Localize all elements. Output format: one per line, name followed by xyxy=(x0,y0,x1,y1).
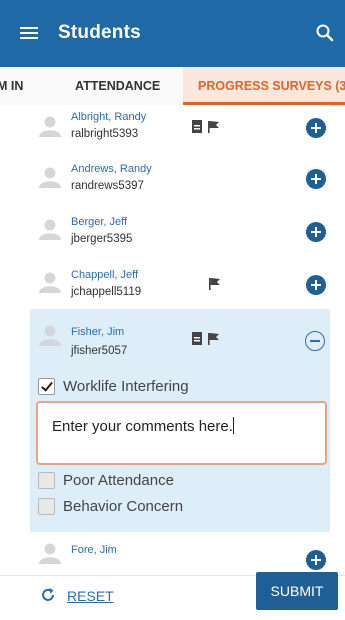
avatar-icon xyxy=(39,325,61,346)
comment-text: Enter your comments here. xyxy=(52,418,233,435)
survey-option-label: Behavior Concern xyxy=(63,498,184,515)
status-icons xyxy=(192,120,219,133)
tab-bar: M IN ATTENDANCE PROGRESS SURVEYS (3) xyxy=(0,67,345,106)
tab-attendance[interactable]: ATTENDANCE xyxy=(75,67,160,105)
student-row[interactable]: Berger, Jeff jberger5395 xyxy=(30,203,330,257)
avatar-icon xyxy=(39,272,61,293)
student-name[interactable]: Albright, Randy xyxy=(71,111,146,123)
app-header: Students xyxy=(0,0,345,67)
avatar-icon xyxy=(39,543,61,564)
reset-label: RESET xyxy=(67,588,114,604)
avatar-icon xyxy=(39,219,61,240)
survey-option-label: Worklife Interfering xyxy=(63,378,189,395)
behavior-concern-checkbox[interactable] xyxy=(38,498,55,515)
student-username: randrews5397 xyxy=(71,180,144,192)
student-username: ralbright5393 xyxy=(71,128,139,140)
survey-option-label: Poor Attendance xyxy=(63,472,174,489)
avatar-icon xyxy=(39,116,61,137)
tab-login[interactable]: M IN xyxy=(0,67,23,105)
document-icon xyxy=(192,332,202,345)
student-username: jfisher5057 xyxy=(71,345,128,357)
avatar-icon xyxy=(39,167,61,188)
poor-attendance-checkbox[interactable] xyxy=(38,472,55,489)
student-list: Albright, Randy ralbright5393 Andrews, R… xyxy=(0,105,345,575)
student-name[interactable]: Chappell, Jeff xyxy=(71,269,138,281)
add-survey-button[interactable] xyxy=(306,118,326,138)
hamburger-menu-icon[interactable] xyxy=(20,25,38,41)
student-row[interactable]: Fore, Jim xyxy=(30,532,330,575)
add-survey-button[interactable] xyxy=(306,550,326,570)
flag-icon xyxy=(209,278,220,290)
footer-bar: RESET SUBMIT xyxy=(0,572,345,620)
student-name[interactable]: Berger, Jeff xyxy=(71,216,127,228)
student-row[interactable]: Albright, Randy ralbright5393 xyxy=(30,105,330,152)
refresh-icon xyxy=(42,588,54,601)
student-username: jberger5395 xyxy=(71,233,133,245)
add-survey-button[interactable] xyxy=(306,275,326,295)
page-title: Students xyxy=(58,22,141,43)
student-name[interactable]: Andrews, Randy xyxy=(71,163,152,175)
worklife-checkbox[interactable] xyxy=(38,378,55,395)
status-icons xyxy=(192,332,219,345)
flag-icon xyxy=(208,121,219,133)
flag-icon xyxy=(208,333,219,345)
add-survey-button[interactable] xyxy=(306,222,326,242)
tab-progress-surveys[interactable]: PROGRESS SURVEYS (3) xyxy=(183,67,345,105)
student-name[interactable]: Fore, Jim xyxy=(71,544,117,556)
collapse-button[interactable] xyxy=(305,331,325,351)
student-name[interactable]: Fisher, Jim xyxy=(71,326,124,338)
document-icon xyxy=(192,120,202,133)
add-survey-button[interactable] xyxy=(306,169,326,189)
student-row[interactable]: Andrews, Randy randrews5397 xyxy=(30,151,330,204)
submit-button[interactable]: SUBMIT xyxy=(256,572,338,610)
student-username: jchappell5119 xyxy=(71,286,142,298)
search-icon[interactable] xyxy=(315,23,335,43)
comment-input[interactable]: Enter your comments here. xyxy=(36,401,327,465)
student-row[interactable]: Chappell, Jeff jchappell5119 xyxy=(30,256,330,310)
